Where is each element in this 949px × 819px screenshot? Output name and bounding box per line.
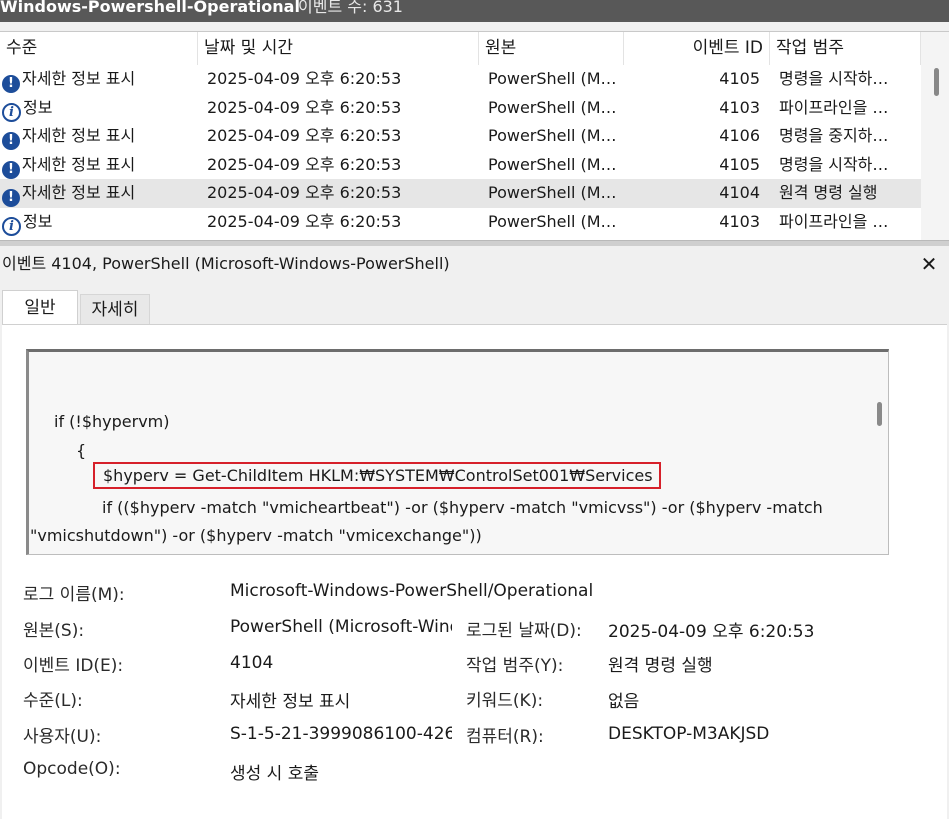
row-task: 파이프라인을 … bbox=[779, 211, 889, 231]
row-event-id: 4104 bbox=[719, 183, 760, 202]
logged-date-value: 2025-04-09 오후 6:20:53 bbox=[608, 622, 815, 642]
computer-value: DESKTOP-M3AKJSD bbox=[608, 724, 770, 744]
source-label: 원본(S): bbox=[23, 621, 85, 641]
table-row[interactable]: i 정보 2025-04-09 오후 6:20:53 PowerShell (M…… bbox=[0, 208, 921, 237]
keywords-value: 없음 bbox=[608, 692, 640, 712]
event-list[interactable]: 수준 날짜 및 시간 원본 이벤트 ID 작업 범주 ! 자세한 정보 표시 20… bbox=[0, 32, 921, 240]
code-line: if (!$hypervm) bbox=[54, 412, 170, 431]
info-icon: i bbox=[2, 102, 21, 122]
verbose-icon: ! bbox=[2, 75, 20, 93]
code-line: "vmicshutdown") -or ($hyperv -match "vmi… bbox=[30, 526, 482, 545]
scrollbar-thumb[interactable] bbox=[934, 68, 939, 96]
row-event-id: 4106 bbox=[719, 126, 760, 145]
code-line: { bbox=[126, 553, 136, 554]
info-icon: i bbox=[2, 216, 21, 236]
row-event-id: 4103 bbox=[719, 97, 760, 117]
computer-label: 컴퓨터(R): bbox=[466, 727, 544, 747]
row-date: 2025-04-09 오후 6:20:53 bbox=[207, 154, 402, 174]
opcode-label: Opcode(O): bbox=[23, 759, 121, 779]
row-date: 2025-04-09 오후 6:20:53 bbox=[207, 183, 402, 202]
table-row[interactable]: i 정보 2025-04-09 오후 6:20:53 PowerShell (M…… bbox=[0, 94, 921, 123]
pane-splitter[interactable] bbox=[0, 240, 949, 246]
event-list-header: 수준 날짜 및 시간 원본 이벤트 ID 작업 범주 bbox=[0, 32, 921, 65]
level-label: 수준(L): bbox=[23, 691, 83, 711]
title-underline bbox=[0, 22, 949, 32]
highlighted-code-line: $hyperv = Get-ChildItem HKLM:₩SYSTEM₩Con… bbox=[93, 462, 661, 489]
log-title-bar: Windows-Powershell-Operational 이벤트 수: 63… bbox=[0, 0, 949, 22]
table-row-selected[interactable]: ! 자세한 정보 표시 2025-04-09 오후 6:20:53 PowerSh… bbox=[0, 179, 921, 208]
column-header-task-category[interactable]: 작업 범주 bbox=[770, 32, 921, 65]
event-list-scrollbar[interactable] bbox=[921, 32, 949, 240]
row-task: 명령을 시작하… bbox=[779, 69, 889, 88]
user-label: 사용자(U): bbox=[23, 727, 102, 747]
table-row[interactable]: ! 자세한 정보 표시 2025-04-09 오후 6:20:53 PowerSh… bbox=[0, 65, 921, 94]
row-date: 2025-04-09 오후 6:20:53 bbox=[207, 126, 402, 145]
row-level: 정보 bbox=[23, 211, 53, 231]
close-icon[interactable]: ✕ bbox=[917, 247, 941, 281]
task-category-value: 원격 명령 실행 bbox=[608, 656, 713, 676]
row-date: 2025-04-09 오후 6:20:53 bbox=[207, 97, 402, 117]
row-event-id: 4105 bbox=[719, 69, 760, 88]
row-level: 정보 bbox=[23, 97, 53, 117]
row-task: 명령을 중지하… bbox=[779, 126, 889, 145]
row-source: PowerShell (M… bbox=[488, 126, 617, 145]
row-level: 자세한 정보 표시 bbox=[22, 154, 136, 174]
event-count: 이벤트 수: 631 bbox=[298, 0, 403, 16]
general-tab-panel: if (!$hypervm) { $hyperv = Get-ChildItem… bbox=[2, 324, 947, 819]
event-description[interactable]: if (!$hypervm) { $hyperv = Get-ChildItem… bbox=[26, 349, 889, 555]
verbose-icon: ! bbox=[2, 132, 20, 150]
opcode-value: 생성 시 호출 bbox=[230, 764, 320, 784]
event-id-label: 이벤트 ID(E): bbox=[23, 656, 124, 676]
column-header-source[interactable]: 원본 bbox=[479, 32, 624, 65]
table-row[interactable]: ! 자세한 정보 표시 2025-04-09 오후 6:20:53 PowerSh… bbox=[0, 151, 921, 180]
row-task: 명령을 시작하… bbox=[779, 154, 889, 174]
row-task: 파이프라인을 … bbox=[779, 97, 889, 117]
row-date: 2025-04-09 오후 6:20:53 bbox=[207, 69, 402, 88]
row-event-id: 4105 bbox=[719, 154, 760, 174]
logged-date-label: 로그된 날짜(D): bbox=[466, 621, 582, 641]
keywords-label: 키워드(K): bbox=[466, 691, 544, 711]
tab-general[interactable]: 일반 bbox=[2, 290, 78, 326]
log-name: Windows-Powershell-Operational bbox=[0, 0, 300, 16]
verbose-icon: ! bbox=[2, 189, 20, 207]
source-value: PowerShell (Microsoft-Windows-PowerShell… bbox=[230, 617, 452, 637]
row-date: 2025-04-09 오후 6:20:53 bbox=[207, 211, 402, 231]
row-source: PowerShell (M… bbox=[488, 183, 617, 202]
log-name-label: 로그 이름(M): bbox=[23, 585, 125, 605]
row-level: 자세한 정보 표시 bbox=[22, 183, 136, 202]
highlight-box: $hyperv = Get-ChildItem HKLM:₩SYSTEM₩Con… bbox=[93, 462, 661, 489]
column-header-level[interactable]: 수준 bbox=[0, 32, 198, 65]
level-value: 자세한 정보 표시 bbox=[230, 692, 351, 712]
task-category-label: 작업 범주(Y): bbox=[466, 656, 564, 676]
row-source: PowerShell (M… bbox=[488, 69, 617, 88]
user-value: S-1-5-21-3999086100-4269732 bbox=[230, 724, 452, 744]
row-level: 자세한 정보 표시 bbox=[22, 126, 136, 145]
table-row[interactable]: ! 자세한 정보 표시 2025-04-09 오후 6:20:53 PowerSh… bbox=[0, 122, 921, 151]
code-line: if (($hyperv -match "vmicheartbeat") -or… bbox=[102, 498, 823, 517]
event-detail-header: 이벤트 4104, PowerShell (Microsoft-Windows-… bbox=[0, 247, 949, 281]
tab-details[interactable]: 자세히 bbox=[80, 294, 150, 324]
row-source: PowerShell (M… bbox=[488, 154, 617, 174]
row-source: PowerShell (M… bbox=[488, 97, 617, 117]
description-scrollbar-thumb[interactable] bbox=[877, 402, 882, 426]
row-level: 자세한 정보 표시 bbox=[22, 69, 136, 88]
event-detail-title: 이벤트 4104, PowerShell (Microsoft-Windows-… bbox=[2, 254, 450, 273]
column-header-event-id[interactable]: 이벤트 ID bbox=[624, 32, 770, 65]
log-name-value: Microsoft-Windows-PowerShell/Operational bbox=[230, 581, 594, 601]
event-id-value: 4104 bbox=[230, 653, 274, 673]
column-header-date[interactable]: 날짜 및 시간 bbox=[198, 32, 479, 65]
verbose-icon: ! bbox=[2, 160, 20, 179]
code-line: { bbox=[76, 441, 87, 460]
row-event-id: 4103 bbox=[719, 211, 760, 231]
row-source: PowerShell (M… bbox=[488, 211, 617, 231]
row-task: 원격 명령 실행 bbox=[779, 183, 878, 202]
